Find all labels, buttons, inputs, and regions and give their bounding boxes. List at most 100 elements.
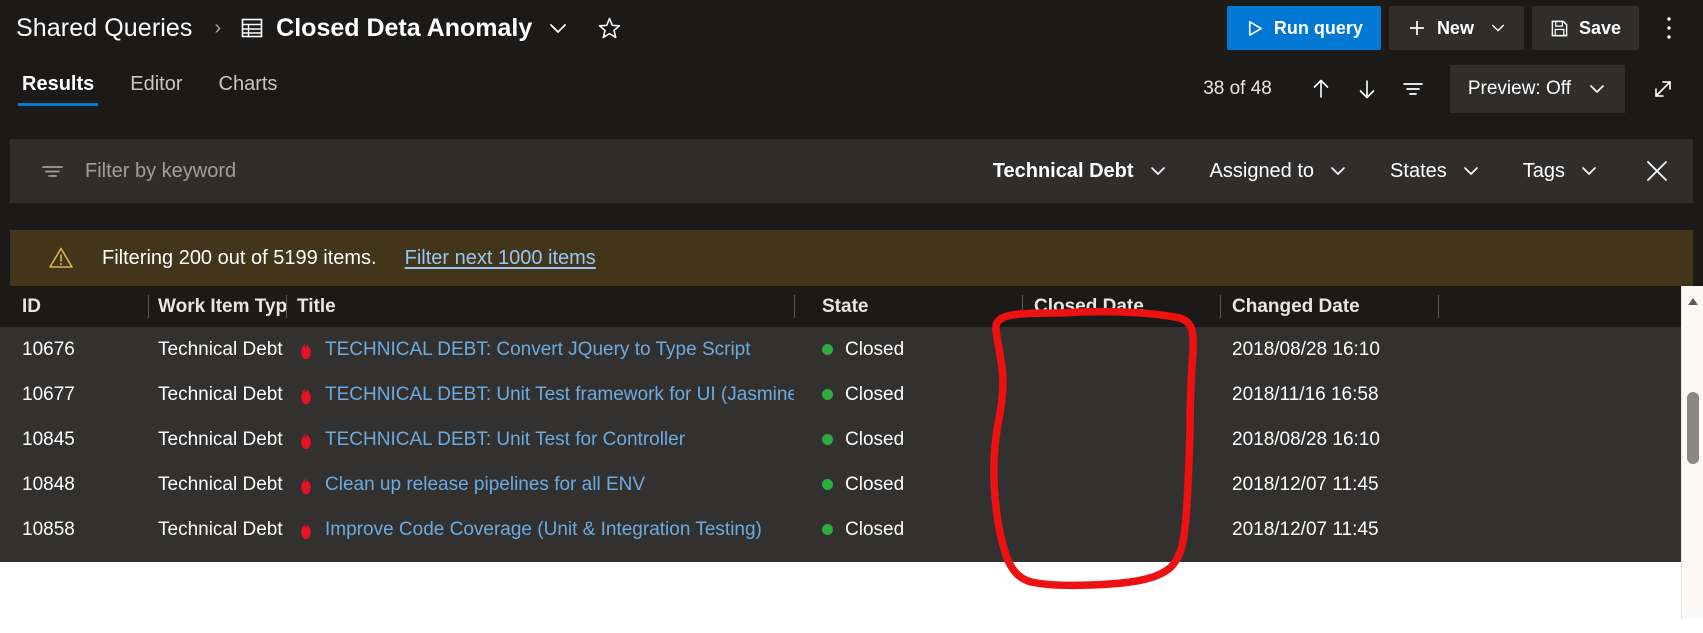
cell-id: 10845	[22, 428, 75, 450]
next-item-button[interactable]	[1344, 67, 1390, 111]
status-dot-icon	[822, 434, 833, 445]
cell-changed-date: 2018/12/07 11:45	[1232, 473, 1379, 495]
cell-filler	[1438, 327, 1703, 372]
cell-filler	[1438, 507, 1703, 552]
filtering-message-banner: Filtering 200 out of 5199 items. Filter …	[10, 230, 1693, 286]
cell-title: TECHNICAL DEBT: Unit Test framework for …	[286, 372, 794, 417]
fullscreen-button[interactable]	[1637, 65, 1689, 113]
results-pivot-bar: Results Editor Charts 38 of 48 Preview: …	[0, 56, 1703, 122]
column-header-work-item-type[interactable]: Work Item Type	[148, 286, 286, 327]
cell-title: Improve Code Coverage (Unit & Integratio…	[286, 507, 794, 552]
status-dot-icon	[822, 344, 833, 355]
page-bottom-area	[0, 562, 1703, 633]
filter-tags-label: Tags	[1522, 159, 1565, 182]
cell-state-label: Closed	[845, 383, 905, 405]
cell-state-label: Closed	[845, 473, 905, 495]
tab-results-label: Results	[22, 72, 95, 95]
cell-closed-date	[1022, 417, 1220, 462]
cell-work-item-type: Technical Debt	[158, 428, 283, 450]
preview-label: Preview: Off	[1467, 78, 1571, 99]
previous-item-button[interactable]	[1298, 67, 1344, 111]
run-query-label: Run query	[1273, 17, 1363, 38]
new-button[interactable]: New	[1388, 6, 1524, 50]
close-x-icon	[1644, 158, 1670, 184]
breadcrumb-separator-icon: ›	[214, 17, 222, 39]
filter-tags[interactable]: Tags	[1509, 149, 1613, 193]
cell-filler	[1438, 462, 1703, 507]
cell-title-link[interactable]: TECHNICAL DEBT: Unit Test framework for …	[325, 384, 794, 406]
cell-title-link[interactable]: Clean up release pipelines for all ENV	[325, 474, 645, 496]
table-row[interactable]: 10848 Technical Debt Clean up release pi…	[0, 462, 1703, 507]
cell-state-label: Closed	[845, 428, 905, 450]
cell-title: TECHNICAL DEBT: Convert JQuery to Type S…	[286, 327, 794, 372]
cell-work-item-type: Technical Debt	[158, 473, 283, 495]
vertical-scrollbar[interactable]	[1681, 286, 1703, 619]
cell-state-label: Closed	[845, 338, 905, 360]
search-input[interactable]: Filter by keyword	[40, 160, 979, 183]
cell-state-label: Closed	[845, 518, 905, 540]
cell-changed-date: 2018/11/16 16:58	[1232, 383, 1379, 405]
column-header-state[interactable]: State	[794, 286, 1022, 327]
cell-id: 10677	[22, 383, 75, 405]
status-dot-icon	[822, 389, 833, 400]
tab-charts[interactable]: Charts	[215, 73, 282, 106]
cell-state: Closed	[794, 327, 1022, 372]
close-filter-button[interactable]	[1631, 147, 1683, 195]
more-vertical-icon[interactable]	[1649, 6, 1689, 50]
plus-icon	[1407, 18, 1427, 38]
cell-state: Closed	[794, 417, 1022, 462]
cell-title: Clean up release pipelines for all ENV	[286, 462, 794, 507]
star-outline-icon[interactable]	[597, 16, 622, 41]
cell-filler	[1438, 372, 1703, 417]
query-list-icon	[241, 17, 263, 39]
result-counter: 38 of 48	[1203, 78, 1272, 99]
filter-work-item-type[interactable]: Technical Debt	[979, 149, 1182, 193]
cell-state: Closed	[794, 462, 1022, 507]
run-query-button[interactable]: Run query	[1226, 6, 1381, 50]
cell-title-link[interactable]: TECHNICAL DEBT: Convert JQuery to Type S…	[325, 339, 751, 361]
scrollbar-thumb[interactable]	[1687, 392, 1699, 464]
tab-editor-label: Editor	[130, 72, 183, 95]
chevron-down-icon[interactable]	[547, 17, 569, 39]
save-button[interactable]: Save	[1531, 6, 1639, 50]
filter-work-item-type-label: Technical Debt	[992, 159, 1134, 182]
chevron-down-icon	[1328, 161, 1348, 181]
floppy-disk-icon	[1550, 19, 1569, 38]
scroll-up-arrow-icon[interactable]	[1682, 292, 1703, 310]
filter-assigned-to[interactable]: Assigned to	[1196, 149, 1363, 193]
banner-message: Filtering 200 out of 5199 items.	[102, 246, 377, 269]
search-input-placeholder: Filter by keyword	[85, 159, 237, 182]
column-header-closed-date[interactable]: Closed Date	[1022, 286, 1220, 327]
table-row[interactable]: 10676 Technical Debt TECHNICAL DEBT: Con…	[0, 327, 1703, 372]
page-title: Closed Deta Anomaly	[276, 13, 533, 42]
chevron-down-icon[interactable]	[1490, 20, 1506, 36]
cell-work-item-type: Technical Debt	[158, 518, 283, 540]
cell-title-link[interactable]: TECHNICAL DEBT: Unit Test for Controller	[325, 429, 685, 451]
tab-results[interactable]: Results	[18, 72, 99, 106]
filter-next-items-link[interactable]: Filter next 1000 items	[405, 247, 596, 270]
cell-changed-date: 2018/08/28 16:10	[1232, 428, 1380, 450]
play-triangle-icon	[1245, 19, 1264, 38]
grid-header-row: ID Work Item Type Title State Closed Dat…	[0, 286, 1703, 327]
flame-icon	[297, 339, 315, 361]
cell-filler	[1438, 417, 1703, 462]
cell-state: Closed	[794, 372, 1022, 417]
cell-closed-date	[1022, 327, 1220, 372]
breadcrumb-shared-queries[interactable]: Shared Queries	[16, 14, 193, 43]
cell-id: 10858	[22, 518, 75, 540]
flame-icon	[297, 519, 315, 541]
table-row[interactable]: 10858 Technical Debt Improve Code Covera…	[0, 507, 1703, 552]
save-label: Save	[1578, 17, 1621, 38]
preview-toggle-button[interactable]: Preview: Off	[1449, 65, 1625, 113]
cell-title-link[interactable]: Improve Code Coverage (Unit & Integratio…	[325, 519, 762, 541]
table-row[interactable]: 10677 Technical Debt TECHNICAL DEBT: Uni…	[0, 372, 1703, 417]
column-header-title[interactable]: Title	[286, 286, 794, 327]
column-header-changed-date[interactable]: Changed Date	[1220, 286, 1438, 327]
column-header-id[interactable]: ID	[0, 286, 148, 327]
status-dot-icon	[822, 524, 833, 535]
flame-icon	[297, 474, 315, 496]
filter-states[interactable]: States	[1376, 149, 1495, 193]
tab-editor[interactable]: Editor	[126, 73, 186, 106]
toggle-filter-button[interactable]	[1390, 67, 1436, 111]
table-row[interactable]: 10845 Technical Debt TECHNICAL DEBT: Uni…	[0, 417, 1703, 462]
